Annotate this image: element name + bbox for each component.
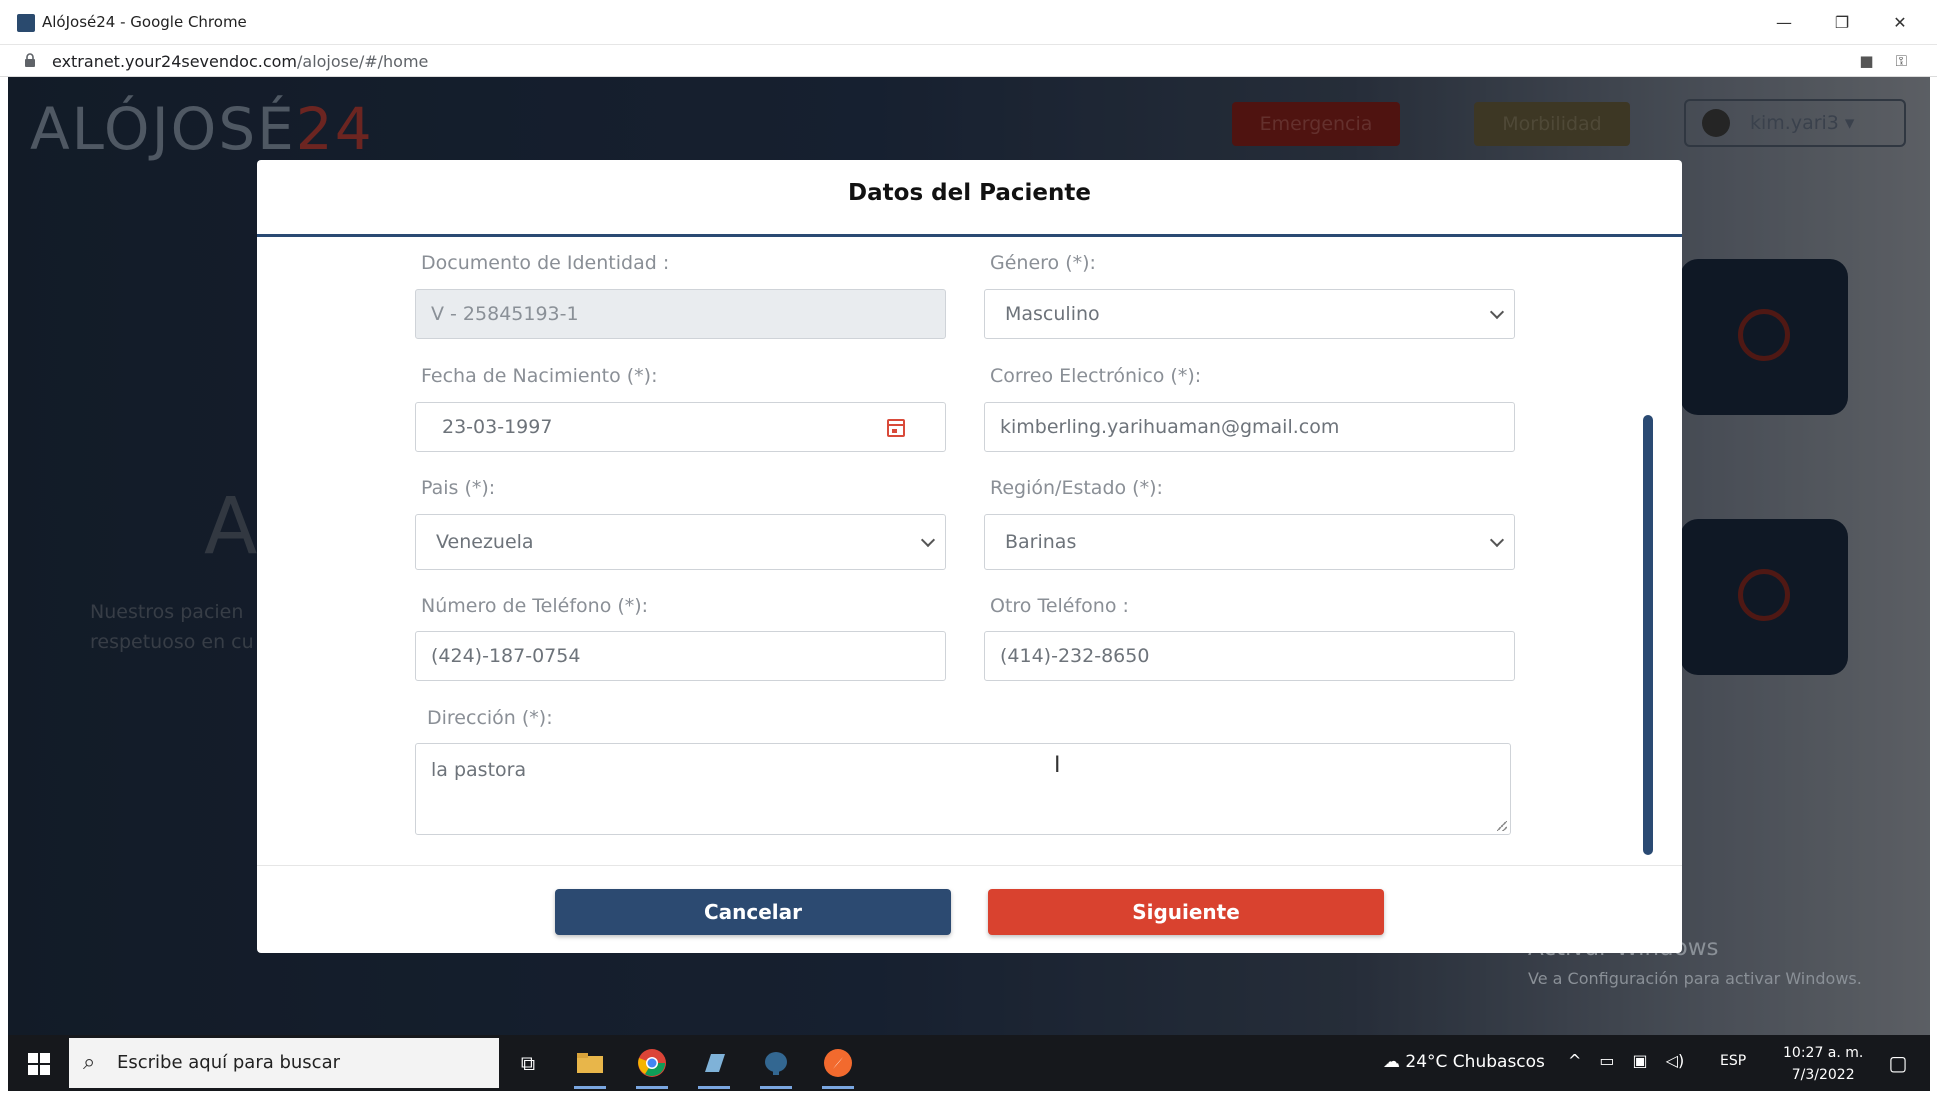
telefono-label: Número de Teléfono (*):: [421, 595, 649, 617]
network-icon[interactable]: ▣: [1633, 1051, 1648, 1070]
chevron-up-icon[interactable]: ^: [1568, 1051, 1581, 1070]
file-explorer-icon[interactable]: [570, 1043, 610, 1089]
resize-handle-icon[interactable]: [1497, 821, 1507, 831]
otro-telefono-label: Otro Teléfono :: [990, 595, 1129, 617]
direccion-value: la pastora: [431, 759, 527, 781]
windows-taskbar: ⌕ Escribe aquí para buscar ⧉ ☁ 24°C Chub…: [8, 1035, 1930, 1091]
modal-scrollbar-thumb[interactable]: [1643, 415, 1653, 855]
camera-icon[interactable]: ■: [1859, 52, 1873, 70]
telefono-input[interactable]: (424)-187-0754: [415, 631, 946, 681]
calendar-icon[interactable]: [887, 419, 905, 437]
task-view-icon[interactable]: ⧉: [508, 1043, 548, 1083]
modal-footer: Cancelar Siguiente: [257, 865, 1682, 953]
chevron-down-icon: [1489, 532, 1505, 548]
modal-header: Datos del Paciente: [257, 160, 1682, 237]
url-path: /alojose/#/home: [297, 52, 429, 71]
direccion-label: Dirección (*):: [427, 707, 553, 729]
close-window-button[interactable]: ✕: [1880, 8, 1920, 38]
address-bar[interactable]: extranet.your24sevendoc.com/alojose/#/ho…: [0, 45, 1937, 77]
windows-start-icon[interactable]: [28, 1053, 50, 1075]
browser-app-icon[interactable]: [818, 1043, 858, 1089]
chrome-icon[interactable]: [632, 1043, 672, 1089]
lock-icon: [25, 53, 35, 67]
taskbar-search[interactable]: ⌕ Escribe aquí para buscar: [69, 1038, 499, 1088]
weather-widget[interactable]: ☁ 24°C Chubascos: [1383, 1052, 1545, 1072]
url-text[interactable]: extranet.your24sevendoc.com/alojose/#/ho…: [52, 52, 428, 71]
watermark-subtitle: Ve a Configuración para activar Windows.: [1528, 969, 1862, 988]
postgres-icon[interactable]: [756, 1043, 796, 1089]
minimize-button[interactable]: —: [1764, 8, 1804, 38]
speaker-icon[interactable]: ◁): [1666, 1051, 1685, 1070]
next-button[interactable]: Siguiente: [988, 889, 1384, 935]
otro-telefono-input[interactable]: (414)-232-8650: [984, 631, 1515, 681]
modal-title: Datos del Paciente: [848, 180, 1091, 206]
chevron-down-icon: [1489, 304, 1505, 320]
genero-label: Género (*):: [990, 252, 1096, 274]
region-value: Barinas: [1005, 531, 1077, 553]
search-icon: ⌕: [83, 1050, 96, 1075]
correo-label: Correo Electrónico (*):: [990, 365, 1202, 387]
language-indicator[interactable]: ESP: [1720, 1053, 1746, 1069]
fecha-label: Fecha de Nacimiento (*):: [421, 365, 658, 387]
direccion-textarea[interactable]: la pastora: [415, 743, 1511, 835]
cloud-rain-icon: ☁: [1383, 1052, 1400, 1072]
battery-icon[interactable]: ▭: [1599, 1051, 1614, 1070]
restore-button[interactable]: ❐: [1822, 8, 1862, 38]
pais-select[interactable]: Venezuela: [415, 514, 946, 570]
window-title: AlóJosé24 - Google Chrome: [42, 13, 247, 31]
clock-date: 7/3/2022: [1791, 1067, 1855, 1083]
site-favicon-icon: [17, 14, 35, 32]
documento-label: Documento de Identidad :: [421, 252, 670, 274]
pais-value: Venezuela: [436, 531, 534, 553]
correo-input[interactable]: kimberling.yarihuaman@gmail.com: [984, 402, 1515, 452]
notes-app-icon[interactable]: [694, 1043, 734, 1089]
fecha-input[interactable]: 23-03-1997: [415, 402, 946, 452]
documento-input: V - 25845193-1: [415, 289, 946, 339]
region-label: Región/Estado (*):: [990, 477, 1163, 499]
notifications-icon[interactable]: ▢: [1878, 1043, 1918, 1083]
url-host: extranet.your24sevendoc.com: [52, 52, 297, 71]
weather-text: 24°C Chubascos: [1405, 1052, 1545, 1072]
genero-select[interactable]: Masculino: [984, 289, 1515, 339]
clock-time: 10:27 a. m.: [1783, 1045, 1864, 1061]
region-select[interactable]: Barinas: [984, 514, 1515, 570]
browser-title-bar: AlóJosé24 - Google Chrome — ❐ ✕: [0, 0, 1937, 45]
fecha-value: 23-03-1997: [442, 416, 553, 438]
text-cursor-icon: I: [1054, 753, 1061, 778]
taskbar-clock[interactable]: 10:27 a. m. 7/3/2022: [1783, 1042, 1863, 1086]
key-icon[interactable]: ⚿: [1896, 52, 1907, 70]
cancel-button[interactable]: Cancelar: [555, 889, 951, 935]
chevron-down-icon: [920, 532, 936, 548]
pais-label: Pais (*):: [421, 477, 496, 499]
genero-value: Masculino: [1005, 303, 1100, 325]
search-placeholder: Escribe aquí para buscar: [117, 1052, 341, 1073]
patient-data-modal: Datos del Paciente Documento de Identida…: [257, 160, 1682, 953]
